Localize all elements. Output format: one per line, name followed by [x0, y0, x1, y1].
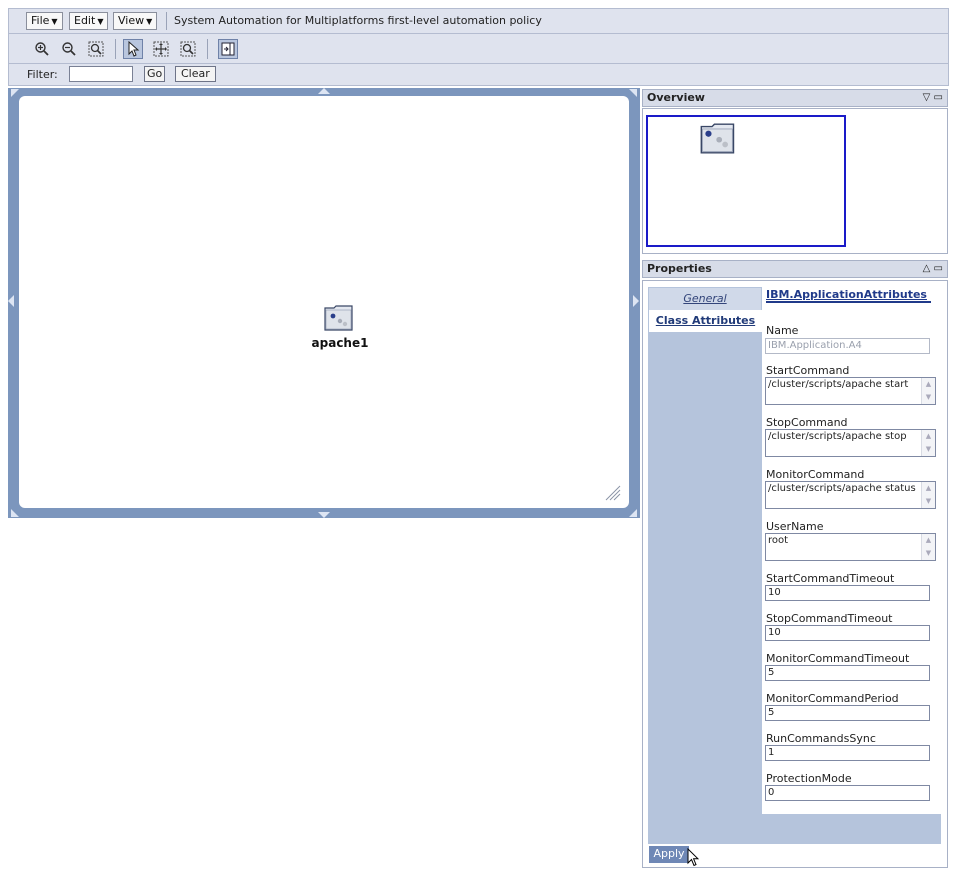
properties-title: Properties [647, 262, 712, 275]
overview-viewport[interactable] [646, 115, 846, 247]
name-label: Name [766, 324, 799, 337]
select-tool-button[interactable] [123, 39, 143, 59]
protection-mode-field[interactable]: 0 [765, 785, 930, 801]
zoom-fit-icon [88, 41, 104, 57]
zoom-fit-button[interactable] [86, 39, 106, 59]
scroll-corner-top-right-icon [629, 89, 637, 97]
monitor-command-value: /cluster/scripts/apache status [768, 483, 916, 494]
stop-timeout-field[interactable]: 10 [765, 625, 930, 641]
edit-menu[interactable]: Edit ▼ [69, 12, 109, 30]
start-timeout-label: StartCommandTimeout [766, 572, 895, 585]
zoom-in-button[interactable] [32, 39, 52, 59]
select-pointer-icon [128, 41, 140, 57]
menu-bar: File ▼ Edit ▼ View ▼ System Automation for … [8, 8, 949, 34]
minimize-icon[interactable]: ▭ [934, 92, 943, 103]
scroll-down-icon [318, 512, 330, 518]
mouse-cursor-icon [687, 848, 699, 867]
panel-controls: ▽ ▭ [923, 90, 943, 106]
panel-controls: △ ▭ [923, 261, 943, 277]
run-sync-label: RunCommandsSync [766, 732, 876, 745]
view-menu[interactable]: View ▼ [113, 12, 158, 30]
app-title: System Automation for Multiplatforms fir… [174, 14, 542, 27]
user-name-label: UserName [766, 520, 824, 533]
zoom-out-button[interactable] [59, 39, 79, 59]
chevron-down-icon: ▼ [51, 17, 58, 26]
properties-footer [648, 814, 941, 844]
node-label[interactable]: apache1 [300, 336, 380, 350]
resize-grip-icon [605, 485, 621, 501]
start-command-value: /cluster/scripts/apache start [768, 379, 909, 390]
stop-command-label: StopCommand [766, 416, 848, 429]
fit-panel-button[interactable] [218, 39, 238, 59]
divider [115, 39, 116, 59]
scroll-corner-top-left-icon [11, 89, 19, 97]
minimize-icon[interactable]: ▭ [934, 263, 943, 274]
textarea-scrollbar[interactable]: ▲ ▼ [921, 534, 935, 560]
overview-node-icon [700, 123, 735, 154]
stop-command-value: /cluster/scripts/apache stop [768, 431, 907, 442]
toolbar [8, 34, 949, 64]
run-sync-field[interactable]: 1 [765, 745, 930, 761]
protection-mode-label: ProtectionMode [766, 772, 852, 785]
file-menu[interactable]: File ▼ [26, 12, 63, 30]
fit-panel-icon [221, 42, 235, 56]
expand-icon[interactable]: △ [923, 263, 931, 274]
monitor-timeout-field[interactable]: 5 [765, 665, 930, 681]
go-button[interactable]: Go [144, 66, 166, 82]
divider [207, 39, 208, 59]
filter-bar: Filter: Go Clear [8, 64, 949, 86]
tab-class-attributes[interactable]: Class Attributes [649, 310, 762, 332]
start-command-label: StartCommand [766, 364, 850, 377]
filter-input[interactable] [69, 66, 133, 82]
overview-header: Overview ▽ ▭ [642, 89, 948, 107]
scroll-right-icon [633, 295, 639, 307]
scroll-up-icon [318, 88, 330, 94]
textarea-scrollbar[interactable]: ▲ ▼ [921, 430, 935, 456]
monitor-command-label: MonitorCommand [766, 468, 865, 481]
monitor-period-label: MonitorCommandPeriod [766, 692, 899, 705]
chevron-down-icon: ▼ [97, 17, 104, 26]
start-command-field[interactable]: /cluster/scripts/apache start ▲ ▼ [765, 377, 936, 405]
pan-icon [153, 41, 169, 57]
textarea-scrollbar[interactable]: ▲ ▼ [921, 378, 935, 404]
file-menu-label: File [31, 14, 50, 27]
stop-command-field[interactable]: /cluster/scripts/apache stop ▲ ▼ [765, 429, 936, 457]
tab-general[interactable]: General [649, 288, 761, 310]
clear-button[interactable]: Clear [175, 66, 216, 82]
apply-button[interactable]: Apply [649, 846, 689, 863]
textarea-scrollbar[interactable]: ▲ ▼ [921, 482, 935, 508]
overview-title: Overview [647, 91, 705, 104]
zoom-in-icon [35, 42, 49, 56]
monitor-timeout-label: MonitorCommandTimeout [766, 652, 910, 665]
user-name-field[interactable]: root ▲ ▼ [765, 533, 936, 561]
divider [166, 12, 167, 30]
view-menu-label: View [118, 14, 145, 27]
stop-timeout-label: StopCommandTimeout [766, 612, 893, 625]
monitor-command-field[interactable]: /cluster/scripts/apache status ▲ ▼ [765, 481, 936, 509]
marquee-zoom-button[interactable] [178, 39, 198, 59]
name-field: IBM.Application.A4 [765, 338, 930, 354]
user-name-value: root [768, 535, 789, 546]
marquee-zoom-icon [180, 41, 196, 57]
edit-menu-label: Edit [74, 14, 96, 27]
monitor-period-field[interactable]: 5 [765, 705, 930, 721]
canvas-scroll-arrows [8, 88, 639, 518]
scroll-corner-bottom-left-icon [11, 509, 19, 517]
section-title: IBM.ApplicationAttributes [766, 289, 931, 303]
properties-header: Properties △ ▭ [642, 260, 948, 278]
chevron-down-icon: ▼ [146, 17, 153, 26]
scroll-corner-bottom-right-icon [629, 509, 637, 517]
collapse-icon[interactable]: ▽ [923, 92, 931, 103]
zoom-out-icon [62, 42, 76, 56]
pan-tool-button[interactable] [151, 39, 171, 59]
scroll-left-icon [8, 295, 14, 307]
filter-label: Filter: [27, 68, 58, 81]
start-timeout-field[interactable]: 10 [765, 585, 930, 601]
resource-group-icon[interactable] [324, 305, 354, 331]
